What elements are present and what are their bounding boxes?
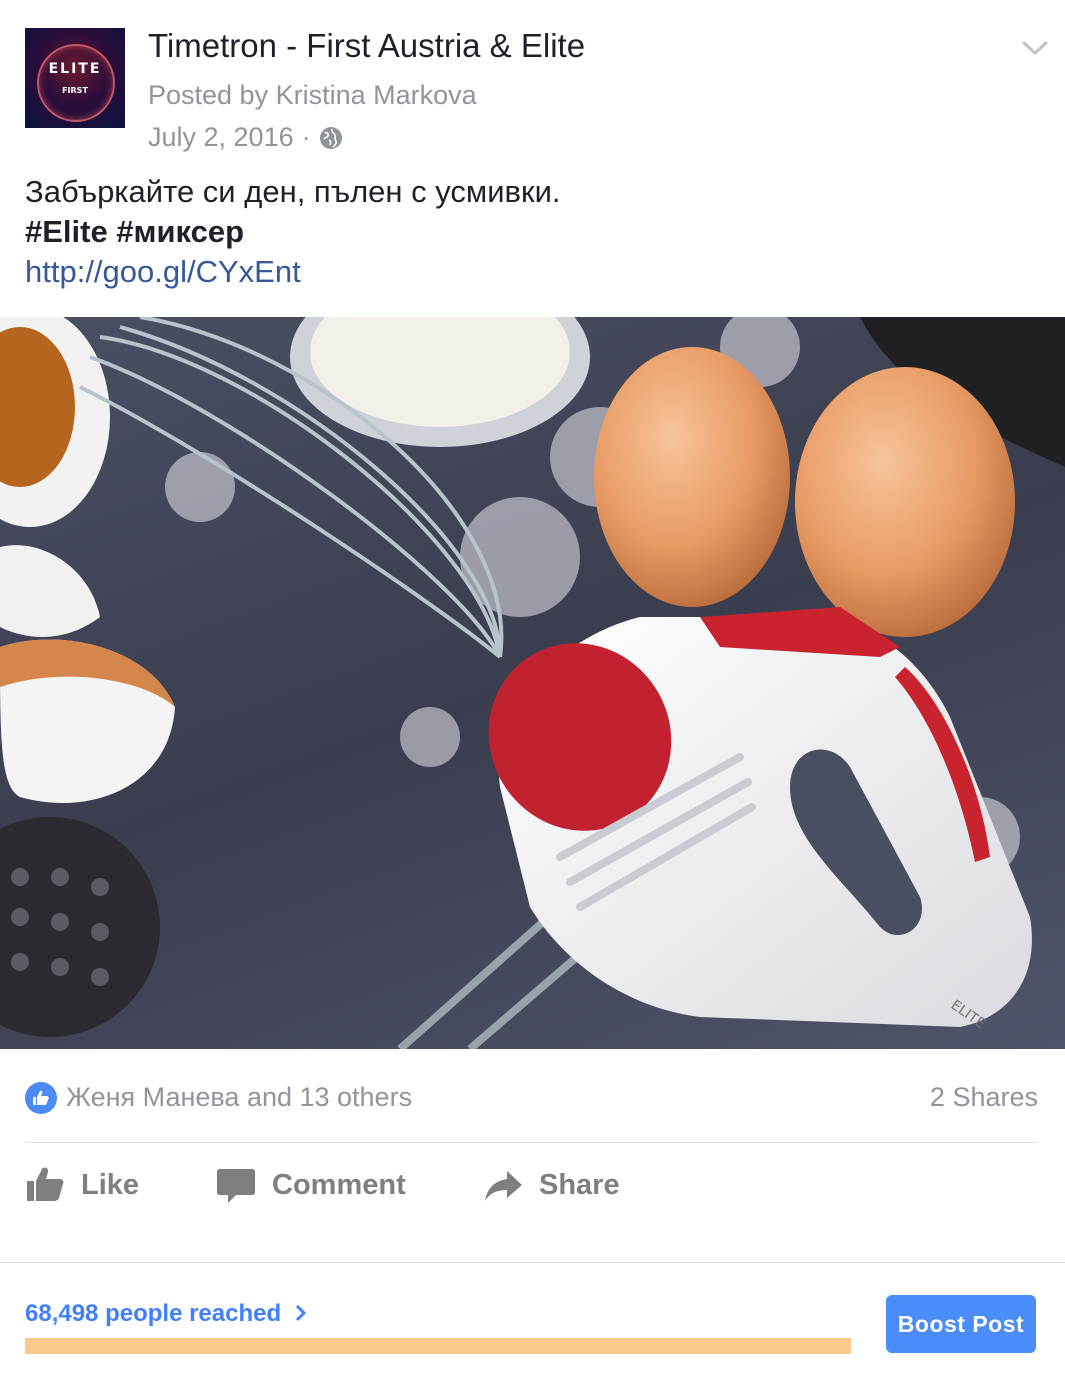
hand-mixer: ELITE	[488, 607, 1032, 1032]
share-button[interactable]: Share	[483, 1163, 620, 1207]
posted-by: Posted by Kristina Markova	[148, 80, 477, 110]
post-message: Забъркайте си ден, пълен с усмивки.	[25, 174, 561, 209]
grater	[0, 817, 160, 1037]
post-date[interactable]: July 2, 2016	[148, 122, 294, 153]
boost-post-button[interactable]: Boost Post	[886, 1295, 1036, 1353]
meta-separator: ·	[301, 122, 311, 152]
post-body: Забъркайте си ден, пълен с усмивки. #Eli…	[25, 172, 561, 292]
thumbs-up-icon	[27, 1167, 64, 1201]
avatar-sub-text: FIRST	[62, 86, 88, 95]
chevron-right-icon	[295, 1304, 306, 1322]
comment-icon	[217, 1169, 255, 1203]
like-reaction-icon	[25, 1082, 57, 1114]
chevron-down-icon[interactable]	[1018, 36, 1052, 60]
page-avatar[interactable]: ELITE FIRST	[25, 28, 125, 128]
avatar-brand-text: ELITE	[48, 61, 102, 77]
footer-divider	[0, 1262, 1065, 1263]
post-meta: July 2, 2016 ·	[148, 122, 343, 153]
post-hashtags[interactable]: #Elite #миксер	[25, 212, 561, 252]
post-link[interactable]: http://goo.gl/CYxEnt	[25, 252, 561, 292]
reach-link[interactable]: 68,498 people reached	[25, 1300, 308, 1328]
reactions-summary[interactable]: Женя Манева and 13 others	[66, 1082, 412, 1113]
egg-2	[795, 367, 1015, 637]
actions-divider	[25, 1142, 1038, 1143]
globe-icon	[319, 126, 342, 149]
shares-count[interactable]: 2 Shares	[930, 1082, 1038, 1113]
like-button[interactable]: Like	[25, 1163, 139, 1207]
share-icon	[485, 1171, 522, 1201]
page-name[interactable]: Timetron - First Austria & Elite	[148, 27, 585, 65]
comment-label: Comment	[272, 1168, 406, 1201]
photo-illustration: ELITE	[0, 317, 1065, 1049]
avatar-ring	[37, 44, 115, 122]
reaction-stats: Женя Манева and 13 others 2 Shares	[25, 1078, 1038, 1118]
like-label: Like	[81, 1168, 140, 1201]
egg-1	[594, 347, 790, 607]
egg-shell	[0, 545, 100, 637]
post-photo[interactable]: ELITE	[0, 317, 1065, 1049]
comment-button[interactable]: Comment	[216, 1163, 406, 1207]
share-label: Share	[539, 1168, 620, 1201]
reach-progress-bar	[25, 1338, 851, 1354]
reach-label: 68,498 people reached	[25, 1300, 282, 1327]
